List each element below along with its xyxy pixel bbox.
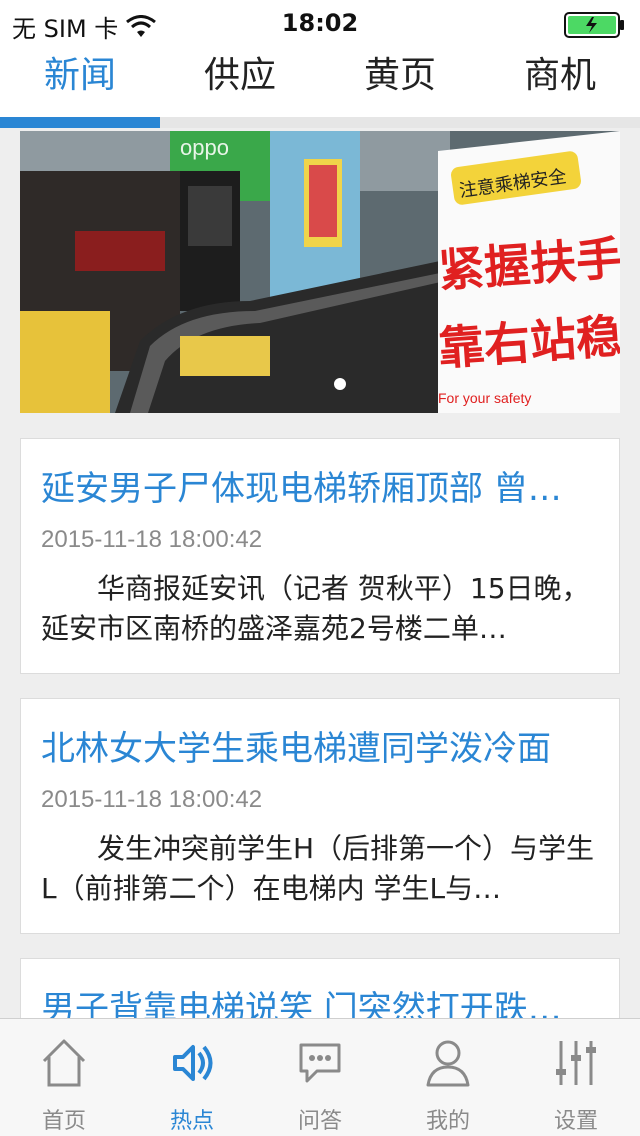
nav-qa[interactable]: 问答: [256, 1019, 384, 1136]
news-date: 2015-11-18 18:00:42: [41, 526, 263, 553]
user-icon: [426, 1040, 470, 1087]
tab-yellow-pages[interactable]: 黄页: [320, 48, 480, 120]
nav-hot[interactable]: 热点: [128, 1019, 256, 1136]
sign-english-text: For your safety: [438, 390, 531, 406]
status-time: 18:02: [281, 9, 359, 37]
speaker-icon: [173, 1045, 213, 1081]
news-title: 北林女大学生乘电梯遭同学泼冷面: [41, 729, 551, 769]
tab-supply[interactable]: 供应: [160, 48, 320, 120]
logo-text: oppo: [180, 135, 229, 160]
banner-image: oppo 注意乘梯安全 紧握扶手 靠右站稳 For your safety: [20, 131, 620, 413]
nav-mine[interactable]: 我的: [384, 1019, 512, 1136]
news-date: 2015-11-18 18:00:42: [41, 786, 263, 813]
nav-home-label: 首页: [41, 1109, 86, 1134]
nav-settings-label: 设置: [553, 1109, 598, 1134]
banner-carousel[interactable]: oppo 注意乘梯安全 紧握扶手 靠右站稳 For your safety: [20, 131, 620, 413]
tab-indicator: [0, 117, 160, 128]
news-title: 延安男子尸体现电梯轿厢顶部 曾…: [41, 469, 562, 509]
carousel-page-dot[interactable]: [334, 378, 346, 390]
tab-news[interactable]: 新闻: [0, 48, 160, 120]
news-summary: 华商报延安讯（记者 贺秋平）15日晚，延安市区南桥的盛泽嘉苑2号楼二单…: [41, 572, 590, 645]
nav-settings[interactable]: 设置: [512, 1019, 640, 1136]
battery-icon: [564, 12, 624, 38]
nav-mine-label: 我的: [425, 1109, 470, 1134]
sliders-icon: [556, 1041, 596, 1085]
top-tab-bar: 新闻 供应 黄页 商机: [0, 48, 640, 128]
chat-icon: [299, 1043, 341, 1083]
news-summary: 发生冲突前学生H（后排第一个）与学生L（前排第二个）在电梯内 学生L与…: [41, 832, 595, 905]
home-icon: [42, 1039, 86, 1087]
nav-qa-label: 问答: [297, 1109, 342, 1134]
bottom-tab-bar: 首页 热点 问答 我的 设置: [0, 1018, 640, 1136]
news-item[interactable]: 北林女大学生乘电梯遭同学泼冷面 2015-11-18 18:00:42 发生冲突…: [20, 698, 620, 934]
nav-home[interactable]: 首页: [0, 1019, 128, 1136]
tab-business[interactable]: 商机: [480, 48, 640, 120]
nav-hot-label: 热点: [169, 1109, 214, 1134]
status-bar: 无 SIM 卡 18:02: [0, 0, 640, 48]
news-item[interactable]: 延安男子尸体现电梯轿厢顶部 曾… 2015-11-18 18:00:42 华商报…: [20, 438, 620, 674]
